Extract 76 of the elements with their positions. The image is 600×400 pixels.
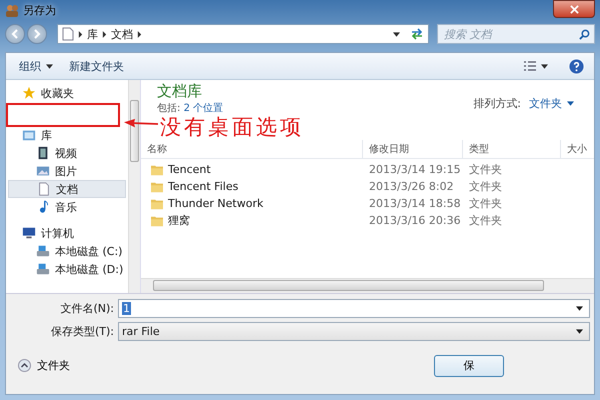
nav-item[interactable]: 本地磁盘 (C:) xyxy=(8,242,126,260)
list-view-icon xyxy=(524,61,536,71)
document-icon xyxy=(62,27,74,41)
library-icon xyxy=(22,128,36,142)
modified-date: 2013/3/14 18:58 xyxy=(368,197,462,210)
nav-item[interactable]: 计算机 xyxy=(8,224,126,242)
nav-item[interactable]: 收藏夹 xyxy=(8,84,126,102)
back-button[interactable] xyxy=(5,24,25,44)
search-box[interactable]: 搜索 文档 xyxy=(437,24,595,44)
modified-date: 2013/3/26 8:02 xyxy=(368,180,455,193)
file-name-field[interactable]: 1 xyxy=(118,299,590,318)
file-type: 文件夹 xyxy=(468,162,503,177)
nav-item[interactable]: 音乐 xyxy=(8,198,126,216)
annotation-text: 没有桌面选项 xyxy=(160,115,304,139)
folder-icon xyxy=(151,180,163,192)
drive-icon xyxy=(36,244,50,258)
nav-item[interactable]: 本地磁盘 (D:) xyxy=(8,260,126,278)
folder-icon xyxy=(151,164,163,176)
scrollbar[interactable] xyxy=(141,278,594,293)
file-name[interactable]: Tencent xyxy=(168,163,211,176)
nav-item[interactable]: 库 xyxy=(8,126,126,144)
file-name[interactable]: Tencent Files xyxy=(168,180,238,193)
save-button[interactable]: 保 xyxy=(434,354,504,376)
file-name[interactable]: Thunder Network xyxy=(168,197,264,210)
breadcrumb-item[interactable]: 文档 xyxy=(111,26,133,42)
chevron-icon xyxy=(137,30,142,38)
address-bar[interactable]: 库 文档 xyxy=(57,24,429,44)
folder-icon xyxy=(151,198,163,210)
modified-date: 2013/3/14 19:15 xyxy=(368,163,462,176)
computer-icon xyxy=(22,226,36,240)
help-icon[interactable] xyxy=(569,58,584,74)
file-type-label: 保存类型(T): xyxy=(50,324,115,339)
nav-item[interactable]: 图片 xyxy=(8,162,126,180)
breadcrumb-item[interactable]: 库 xyxy=(87,26,98,42)
file-name-label: 文件名(N): xyxy=(59,301,115,316)
dropdown-icon[interactable] xyxy=(393,32,400,36)
folder-icon xyxy=(151,214,163,226)
app-icon xyxy=(5,3,19,17)
caret-icon xyxy=(576,329,583,334)
film-icon xyxy=(36,146,50,160)
file-type-dropdown[interactable]: rar File xyxy=(118,322,590,341)
refresh-icon[interactable] xyxy=(410,28,424,40)
caret-icon xyxy=(567,101,574,106)
locations-link[interactable]: 2 个位置 xyxy=(184,103,224,114)
star-icon xyxy=(22,86,36,100)
chevron-icon xyxy=(102,30,107,38)
nav-item[interactable]: 文档 xyxy=(8,180,126,198)
includes-label: 包括: xyxy=(157,103,180,114)
modified-date: 2013/3/16 20:36 xyxy=(368,214,462,227)
close-button[interactable] xyxy=(553,0,595,18)
file-type: 文件夹 xyxy=(468,196,503,211)
library-title: 文档库 xyxy=(157,82,203,101)
window-title: 另存为 xyxy=(23,2,56,18)
nav-item[interactable]: 视频 xyxy=(8,144,126,162)
forward-button[interactable] xyxy=(27,24,47,44)
file-type: 文件夹 xyxy=(468,179,503,194)
scrollbar[interactable] xyxy=(128,80,140,293)
caret-icon xyxy=(46,64,53,68)
organize-button[interactable]: 组织 xyxy=(16,56,56,76)
document-icon xyxy=(37,182,51,196)
arrange-dropdown[interactable]: 文件夹 xyxy=(525,94,578,113)
drive-icon xyxy=(36,262,50,276)
hide-folders-button[interactable]: 文件夹 xyxy=(16,356,72,375)
chevron-icon xyxy=(78,30,83,38)
caret-icon xyxy=(576,306,583,311)
arrange-label: 排列方式: xyxy=(473,96,521,111)
picture-icon xyxy=(36,164,50,178)
close-icon xyxy=(570,4,578,14)
caret-icon xyxy=(541,64,548,68)
chevron-up-icon xyxy=(18,359,31,372)
arrow xyxy=(124,118,158,130)
file-name[interactable]: 狸窝 xyxy=(168,213,190,228)
file-type: 文件夹 xyxy=(468,213,503,228)
search-field[interactable]: 搜索 文档 xyxy=(442,26,579,42)
search-icon xyxy=(579,28,590,40)
new-folder-button[interactable]: 新建文件夹 xyxy=(66,56,127,76)
